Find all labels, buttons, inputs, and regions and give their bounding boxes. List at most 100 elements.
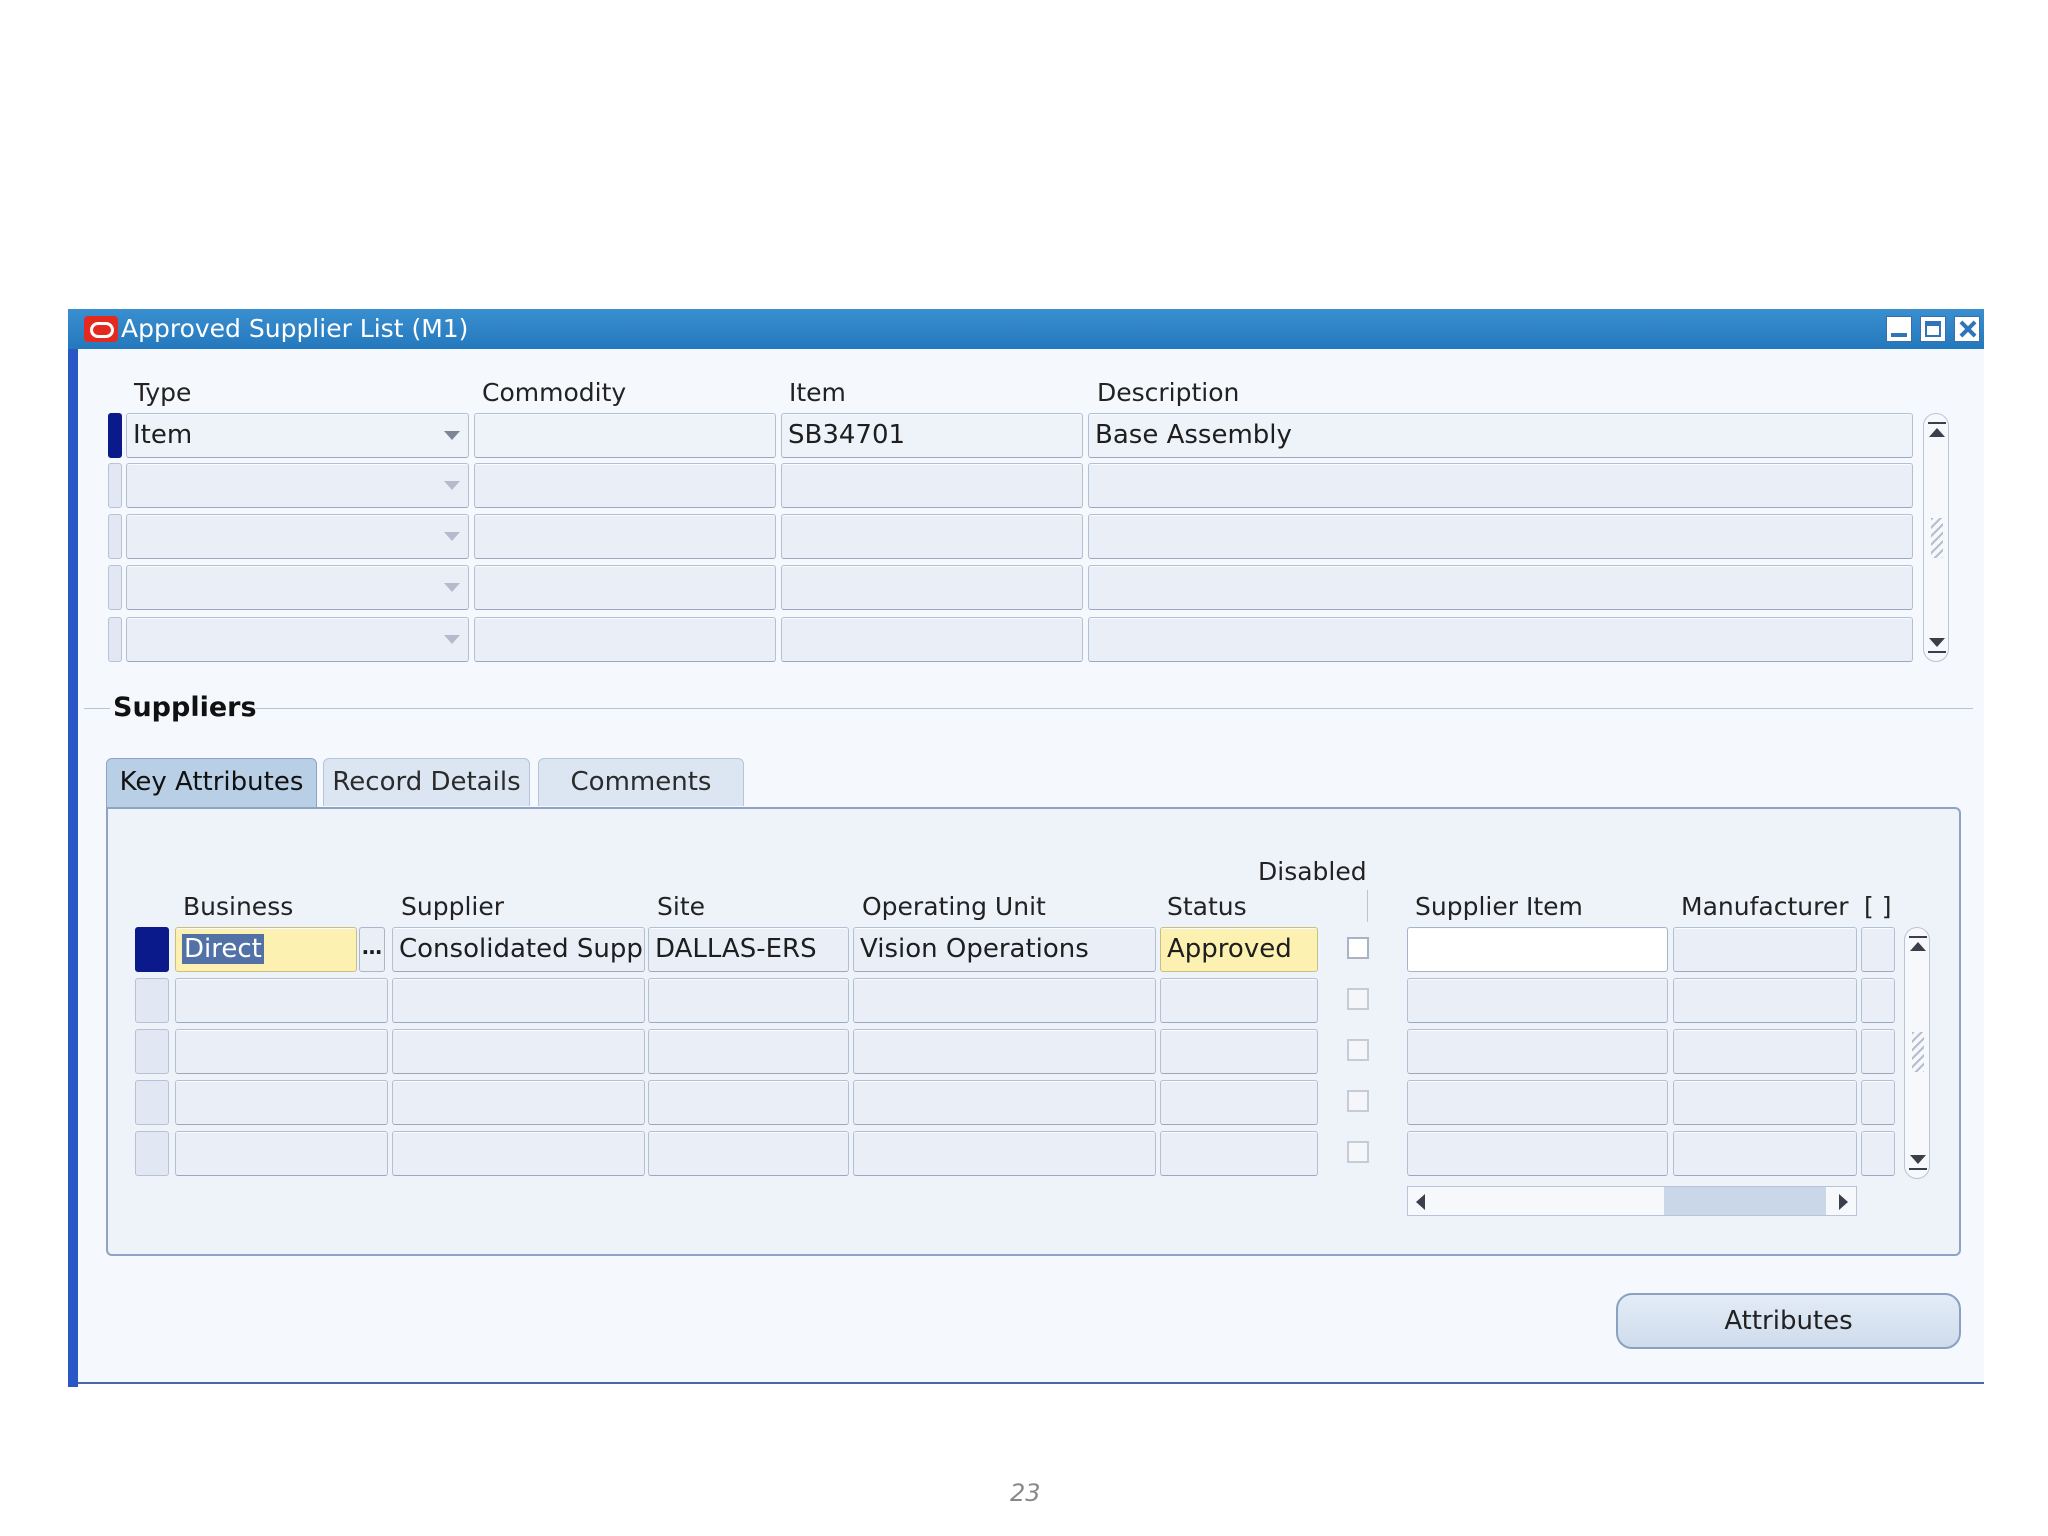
scroll-up-icon[interactable] <box>1929 428 1945 437</box>
business-field[interactable] <box>175 1080 388 1125</box>
description-field[interactable] <box>1088 514 1913 559</box>
supplier-field[interactable] <box>392 1029 645 1074</box>
suppliers-vertical-scrollbar[interactable] <box>1904 927 1930 1179</box>
folder-field[interactable] <box>1861 927 1895 972</box>
top-vertical-scrollbar[interactable] <box>1923 413 1949 662</box>
tab-comments[interactable]: Comments <box>538 758 744 806</box>
business-field[interactable] <box>175 1029 388 1074</box>
description-field[interactable] <box>1088 463 1913 508</box>
type-dropdown[interactable] <box>126 463 469 508</box>
supplier-field[interactable]: Consolidated Suppli <box>392 927 645 972</box>
operating-unit-field[interactable] <box>853 1029 1156 1074</box>
business-field[interactable]: Direct <box>175 927 357 972</box>
manufacturer-field[interactable] <box>1673 978 1857 1023</box>
supplier-row-indicator-current[interactable] <box>135 927 169 972</box>
item-field[interactable]: SB34701 <box>781 413 1083 458</box>
manufacturer-field[interactable] <box>1673 1131 1857 1176</box>
item-field[interactable] <box>781 565 1083 610</box>
supplier-item-field[interactable] <box>1407 978 1668 1023</box>
status-field[interactable] <box>1160 1131 1318 1176</box>
supplier-row-indicator[interactable] <box>135 1029 169 1074</box>
disabled-checkbox[interactable] <box>1347 937 1369 959</box>
description-field[interactable] <box>1088 617 1913 662</box>
maximize-icon[interactable] <box>1920 316 1946 342</box>
scroll-down-icon[interactable] <box>1910 1155 1926 1164</box>
business-field[interactable] <box>175 1131 388 1176</box>
tab-record-details[interactable]: Record Details <box>323 758 530 806</box>
commodity-field[interactable] <box>474 617 776 662</box>
commodity-field[interactable] <box>474 463 776 508</box>
minimize-icon[interactable] <box>1886 316 1912 342</box>
supplier-field[interactable] <box>392 978 645 1023</box>
commodity-field[interactable] <box>474 514 776 559</box>
supplier-item-field[interactable] <box>1407 1131 1668 1176</box>
disabled-checkbox[interactable] <box>1347 1141 1369 1163</box>
scroll-grip[interactable] <box>1912 1032 1924 1072</box>
folder-field[interactable] <box>1861 1080 1895 1125</box>
attributes-button[interactable]: Attributes <box>1616 1293 1961 1349</box>
folder-field[interactable] <box>1861 1029 1895 1074</box>
site-field[interactable]: DALLAS-ERS <box>648 927 849 972</box>
item-field[interactable] <box>781 617 1083 662</box>
manufacturer-field[interactable] <box>1673 927 1857 972</box>
folder-field[interactable] <box>1861 978 1895 1023</box>
status-field[interactable] <box>1160 978 1318 1023</box>
scroll-left-icon[interactable] <box>1416 1194 1425 1210</box>
site-field[interactable] <box>648 978 849 1023</box>
title-bar[interactable]: Approved Supplier List (M1) <box>68 309 1984 349</box>
dropdown-arrow-icon[interactable] <box>444 532 460 541</box>
status-field[interactable]: Approved <box>1160 927 1318 972</box>
scroll-grip[interactable] <box>1931 518 1943 558</box>
site-field[interactable] <box>648 1029 849 1074</box>
disabled-checkbox[interactable] <box>1347 1090 1369 1112</box>
row-indicator[interactable] <box>108 617 122 662</box>
supplier-item-field[interactable] <box>1407 927 1668 972</box>
site-field[interactable] <box>648 1080 849 1125</box>
dropdown-arrow-icon[interactable] <box>444 583 460 592</box>
supplier-field[interactable] <box>392 1080 645 1125</box>
commodity-field[interactable] <box>474 413 776 458</box>
description-field[interactable]: Base Assembly <box>1088 413 1913 458</box>
site-field[interactable] <box>648 1131 849 1176</box>
dropdown-arrow-icon[interactable] <box>444 431 460 440</box>
operating-unit-field[interactable]: Vision Operations <box>853 927 1156 972</box>
close-icon[interactable] <box>1954 316 1980 342</box>
scroll-right-icon[interactable] <box>1839 1194 1848 1210</box>
type-dropdown[interactable] <box>126 514 469 559</box>
row-indicator-current[interactable] <box>108 413 122 458</box>
manufacturer-field[interactable] <box>1673 1029 1857 1074</box>
operating-unit-field[interactable] <box>853 1080 1156 1125</box>
business-field[interactable] <box>175 978 388 1023</box>
scroll-up-icon[interactable] <box>1910 942 1926 951</box>
supplier-row-indicator[interactable] <box>135 1131 169 1176</box>
dropdown-arrow-icon[interactable] <box>444 481 460 490</box>
item-field[interactable] <box>781 463 1083 508</box>
supplier-row-indicator[interactable] <box>135 978 169 1023</box>
list-of-values-icon[interactable]: … <box>359 927 385 972</box>
suppliers-horizontal-scrollbar[interactable] <box>1407 1186 1857 1216</box>
row-indicator[interactable] <box>108 463 122 508</box>
dropdown-arrow-icon[interactable] <box>444 635 460 644</box>
disabled-checkbox[interactable] <box>1347 988 1369 1010</box>
row-indicator[interactable] <box>108 514 122 559</box>
operating-unit-field[interactable] <box>853 1131 1156 1176</box>
type-dropdown[interactable]: Item <box>126 413 469 458</box>
type-dropdown[interactable] <box>126 617 469 662</box>
status-field[interactable] <box>1160 1029 1318 1074</box>
row-indicator[interactable] <box>108 565 122 610</box>
scroll-down-icon[interactable] <box>1929 638 1945 647</box>
manufacturer-field[interactable] <box>1673 1080 1857 1125</box>
item-field[interactable] <box>781 514 1083 559</box>
tab-key-attributes[interactable]: Key Attributes <box>106 758 317 808</box>
supplier-item-field[interactable] <box>1407 1080 1668 1125</box>
description-field[interactable] <box>1088 565 1913 610</box>
folder-field[interactable] <box>1861 1131 1895 1176</box>
status-field[interactable] <box>1160 1080 1318 1125</box>
folder-column-header[interactable]: [ ] <box>1864 892 1891 921</box>
disabled-checkbox[interactable] <box>1347 1039 1369 1061</box>
horizontal-scroll-thumb[interactable] <box>1664 1187 1826 1215</box>
commodity-field[interactable] <box>474 565 776 610</box>
operating-unit-field[interactable] <box>853 978 1156 1023</box>
supplier-row-indicator[interactable] <box>135 1080 169 1125</box>
supplier-field[interactable] <box>392 1131 645 1176</box>
